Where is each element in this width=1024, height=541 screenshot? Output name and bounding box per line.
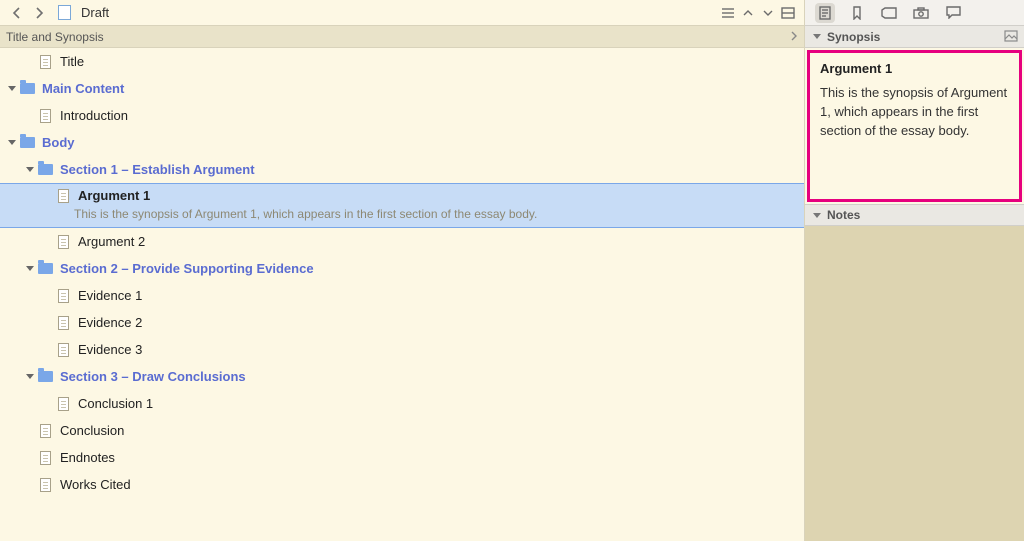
- outline-item-conclusion-1[interactable]: Conclusion 1: [0, 390, 804, 417]
- inspector-metadata-tab[interactable]: [879, 3, 899, 23]
- inspector-panel: Argument 1 This is the synopsis of Argum…: [805, 48, 1024, 541]
- chevron-right-icon: [790, 30, 798, 44]
- nav-forward-button[interactable]: [30, 4, 48, 22]
- folder-icon: [20, 137, 35, 148]
- outline-mode-dropdown[interactable]: Title and Synopsis: [0, 26, 805, 48]
- disclosure-triangle-icon[interactable]: [8, 86, 16, 91]
- outline-item-evidence-3[interactable]: Evidence 3: [0, 336, 804, 363]
- disclosure-triangle-icon[interactable]: [26, 167, 34, 172]
- outline-folder-section-1[interactable]: Section 1 – Establish Argument: [0, 156, 804, 183]
- document-icon: [58, 397, 69, 411]
- outline-item-label: Argument 2: [78, 234, 145, 249]
- outline-item-introduction[interactable]: Introduction: [0, 102, 804, 129]
- outline-item-label: Works Cited: [60, 477, 131, 492]
- inspector-bookmarks-tab[interactable]: [847, 3, 867, 23]
- main-area: Title Main Content Introduction Body Sec…: [0, 48, 1024, 541]
- disclosure-triangle-icon[interactable]: [26, 374, 34, 379]
- outline-item-label: Body: [42, 135, 75, 150]
- image-placeholder-icon[interactable]: [1004, 30, 1018, 45]
- caret-down-icon[interactable]: [760, 5, 776, 21]
- split-view-icon[interactable]: [780, 5, 796, 21]
- synopsis-header-label: Synopsis: [827, 30, 880, 44]
- disclosure-triangle-icon: [813, 213, 821, 218]
- outline-item-label: Conclusion 1: [78, 396, 153, 411]
- outline-item-endnotes[interactable]: Endnotes: [0, 444, 804, 471]
- nav-back-button[interactable]: [8, 4, 26, 22]
- location-title: Draft: [81, 5, 109, 20]
- caret-up-icon[interactable]: [740, 5, 756, 21]
- outline-item-synopsis: This is the synopsis of Argument 1, whic…: [0, 207, 804, 227]
- mode-bar: Title and Synopsis Synopsis: [0, 26, 1024, 48]
- folder-icon: [38, 263, 53, 274]
- synopsis-card[interactable]: Argument 1 This is the synopsis of Argum…: [807, 50, 1022, 202]
- folder-icon: [38, 371, 53, 382]
- document-icon: [40, 424, 51, 438]
- folder-icon: [38, 164, 53, 175]
- document-icon: [40, 55, 51, 69]
- document-icon: [58, 235, 69, 249]
- document-icon: [40, 109, 51, 123]
- synopsis-title: Argument 1: [820, 61, 1009, 76]
- outline-item-label: Introduction: [60, 108, 128, 123]
- outline-item-conclusion[interactable]: Conclusion: [0, 417, 804, 444]
- outline-item-label: Evidence 2: [78, 315, 142, 330]
- outline-item-label: Endnotes: [60, 450, 115, 465]
- outline-item-label: Section 3 – Draw Conclusions: [60, 369, 246, 384]
- outline-folder-main-content[interactable]: Main Content: [0, 75, 804, 102]
- document-icon: [58, 316, 69, 330]
- document-icon: [58, 343, 69, 357]
- notes-area[interactable]: [805, 226, 1024, 541]
- outline-panel: Title Main Content Introduction Body Sec…: [0, 48, 805, 541]
- synopsis-section-header[interactable]: Synopsis: [805, 26, 1024, 48]
- outline-item-evidence-1[interactable]: Evidence 1: [0, 282, 804, 309]
- outline-item-title[interactable]: Title: [0, 48, 804, 75]
- notes-header-label: Notes: [827, 208, 860, 222]
- outline-item-label: Main Content: [42, 81, 124, 96]
- disclosure-triangle-icon[interactable]: [26, 266, 34, 271]
- inspector-comments-tab[interactable]: [943, 3, 963, 23]
- outline-item-label: Section 2 – Provide Supporting Evidence: [60, 261, 314, 276]
- outline-folder-section-3[interactable]: Section 3 – Draw Conclusions: [0, 363, 804, 390]
- top-toolbar: Draft: [0, 0, 1024, 26]
- outline-item-evidence-2[interactable]: Evidence 2: [0, 309, 804, 336]
- synopsis-text: This is the synopsis of Argument 1, whic…: [820, 84, 1009, 141]
- outline-folder-section-2[interactable]: Section 2 – Provide Supporting Evidence: [0, 255, 804, 282]
- folder-icon: [20, 83, 35, 94]
- outline-item-works-cited[interactable]: Works Cited: [0, 471, 804, 498]
- inspector-snapshots-tab[interactable]: [911, 3, 931, 23]
- outline-item-label: Section 1 – Establish Argument: [60, 162, 255, 177]
- document-icon: [58, 189, 69, 203]
- outline-item-selected[interactable]: Argument 1 This is the synopsis of Argum…: [0, 183, 804, 228]
- document-icon: [40, 451, 51, 465]
- outline-item-argument-2[interactable]: Argument 2: [0, 228, 804, 255]
- outline-item-label: Evidence 3: [78, 342, 142, 357]
- outline-mode-label: Title and Synopsis: [6, 30, 104, 44]
- document-icon: [40, 478, 51, 492]
- document-icon: [58, 289, 69, 303]
- outline-item-label: Evidence 1: [78, 288, 142, 303]
- outline-item-label: Title: [60, 54, 84, 69]
- notes-section-header[interactable]: Notes: [805, 204, 1024, 226]
- disclosure-triangle-icon[interactable]: [8, 140, 16, 145]
- disclosure-triangle-icon: [813, 34, 821, 39]
- editor-toolbar: Draft: [0, 0, 805, 26]
- outline-item-label: Conclusion: [60, 423, 124, 438]
- inspector-notes-tab[interactable]: [815, 3, 835, 23]
- outline-folder-body[interactable]: Body: [0, 129, 804, 156]
- document-icon: [58, 5, 71, 20]
- list-icon[interactable]: [720, 5, 736, 21]
- inspector-toolbar: [805, 0, 1024, 26]
- outline-item-label: Argument 1: [78, 188, 150, 203]
